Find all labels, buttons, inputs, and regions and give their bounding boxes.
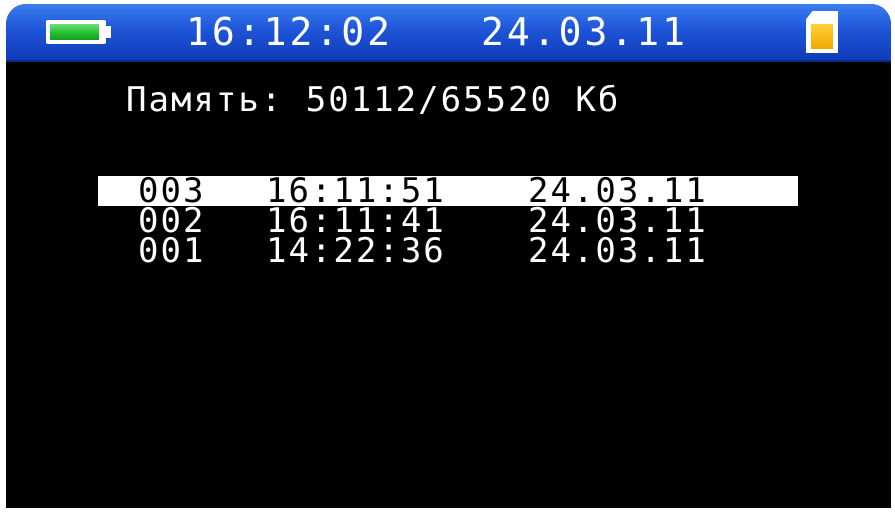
status-date: 24.03.11 bbox=[481, 10, 689, 54]
battery-tip-icon bbox=[106, 26, 111, 38]
status-bar: 16:12:02 24.03.11 bbox=[6, 4, 891, 62]
record-row[interactable]: 001 14:22:36 24.03.11 bbox=[98, 231, 798, 271]
sd-card-fill bbox=[811, 24, 833, 49]
record-number: 001 bbox=[138, 231, 206, 271]
status-time: 16:12:02 bbox=[186, 10, 394, 54]
record-date: 24.03.11 bbox=[528, 231, 708, 271]
device-screen: 16:12:02 24.03.11 Память: 50112/65520 Кб… bbox=[0, 0, 895, 512]
record-time: 14:22:36 bbox=[266, 231, 446, 271]
battery-icon bbox=[46, 20, 106, 44]
record-list: 003 16:11:51 24.03.11 002 16:11:41 24.03.11 … bbox=[98, 174, 798, 271]
memory-usage: Память: 50112/65520 Кб bbox=[126, 80, 621, 120]
display-area: 16:12:02 24.03.11 Память: 50112/65520 Кб… bbox=[6, 4, 891, 508]
battery-level-fill bbox=[50, 24, 99, 40]
